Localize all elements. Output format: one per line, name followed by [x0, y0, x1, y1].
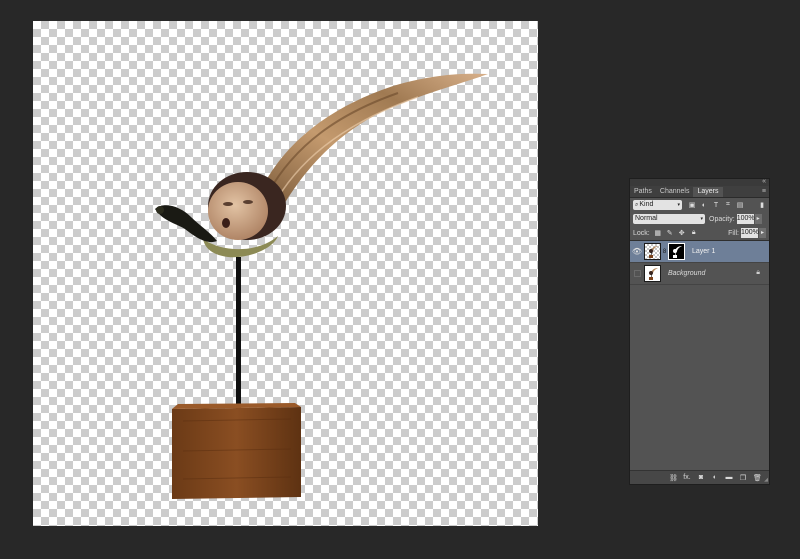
- layer-mask-thumbnail[interactable]: [668, 243, 685, 260]
- background-thumbnail-image: [645, 266, 660, 281]
- layer-filter-row: ⌕ Kind ▾ ▣ ◐ T ⌗ ▤ ▮: [630, 198, 769, 212]
- lock-position-icon[interactable]: ✥: [678, 229, 686, 237]
- document-canvas[interactable]: [33, 21, 538, 526]
- new-group-icon[interactable]: ▬: [725, 474, 733, 481]
- layers-panel: « Paths Channels Layers ≡ ⌕ Kind ▾ ▣ ◐ T…: [629, 178, 770, 485]
- layer-name[interactable]: Layer 1: [692, 248, 715, 255]
- fill-label: Fill:: [728, 229, 739, 237]
- blend-mode-label: Normal: [635, 215, 658, 222]
- visibility-toggle[interactable]: [630, 270, 644, 277]
- filter-toggle-icon[interactable]: ▮: [758, 201, 766, 209]
- layer-row-background[interactable]: Background 🔒︎: [630, 263, 769, 285]
- blend-mode-select[interactable]: Normal ▾: [633, 214, 705, 224]
- add-mask-icon[interactable]: ◙: [697, 474, 705, 481]
- layer-name[interactable]: Background: [668, 270, 705, 277]
- image-filter-icon[interactable]: ▣: [688, 201, 696, 209]
- panel-title-bar[interactable]: «: [630, 178, 769, 186]
- resize-grip-icon[interactable]: ◢: [764, 477, 768, 483]
- lock-icon: 🔒︎: [756, 269, 760, 276]
- layers-empty-area[interactable]: [630, 285, 769, 453]
- layer-thumbnail[interactable]: [644, 243, 661, 260]
- fill-input[interactable]: 100%: [741, 228, 759, 238]
- fill-slider-toggle[interactable]: ▸: [759, 228, 766, 238]
- tab-channels[interactable]: Channels: [656, 187, 694, 197]
- layer-thumbnail-image: [649, 246, 658, 258]
- lock-image-icon[interactable]: ✎: [666, 229, 674, 237]
- shape-filter-icon[interactable]: ⌗: [724, 201, 732, 209]
- adjustment-layer-icon[interactable]: ◐: [711, 474, 719, 481]
- panel-menu-icon[interactable]: ≡: [762, 187, 766, 196]
- tab-layers[interactable]: Layers: [693, 187, 723, 197]
- link-layers-icon[interactable]: ⛓: [669, 474, 678, 482]
- mask-link-icon[interactable]: 8: [662, 249, 667, 255]
- layer-thumbnail[interactable]: [644, 265, 661, 282]
- opacity-label: Opacity:: [709, 215, 735, 223]
- layers-list: 👁︎ 8 Layer 1 Background 🔒︎: [630, 240, 769, 453]
- lock-transparent-icon[interactable]: ▦: [654, 229, 662, 237]
- new-layer-icon[interactable]: ❐: [739, 474, 747, 482]
- type-filter-icon[interactable]: T: [712, 201, 720, 209]
- chevron-down-icon: ▾: [700, 216, 703, 222]
- opacity-slider-toggle[interactable]: ▸: [754, 214, 762, 224]
- smart-object-filter-icon[interactable]: ▤: [736, 201, 744, 209]
- chevron-down-icon: ▾: [677, 202, 680, 208]
- delete-layer-icon[interactable]: 🗑︎: [753, 474, 762, 482]
- lock-all-icon[interactable]: 🔒︎: [690, 229, 698, 237]
- sculpture-image: [155, 73, 488, 499]
- lock-fill-row: Lock: ▦ ✎ ✥ 🔒︎ Fill: 100% ▸: [630, 226, 769, 240]
- tab-paths[interactable]: Paths: [630, 187, 656, 197]
- panel-bottom-bar: ⛓ fx. ◙ ◐ ▬ ❐ 🗑︎: [630, 470, 769, 484]
- filter-kind-label: Kind: [639, 201, 654, 208]
- filter-kind-select[interactable]: ⌕ Kind ▾: [633, 200, 682, 210]
- panel-tabs: Paths Channels Layers ≡: [630, 186, 769, 198]
- search-icon: ⌕: [635, 202, 639, 208]
- mask-shape: [673, 246, 682, 258]
- fx-icon[interactable]: fx.: [683, 474, 691, 481]
- collapse-panel-icon[interactable]: «: [762, 178, 766, 186]
- blend-opacity-row: Normal ▾ Opacity: 100% ▸: [630, 212, 769, 226]
- layer-row-layer-1[interactable]: 👁︎ 8 Layer 1: [630, 241, 769, 263]
- lock-label: Lock:: [633, 229, 650, 237]
- opacity-input[interactable]: 100%: [736, 214, 755, 224]
- adjustment-filter-icon[interactable]: ◐: [700, 201, 708, 209]
- visibility-eye-icon[interactable]: 👁︎: [630, 247, 644, 256]
